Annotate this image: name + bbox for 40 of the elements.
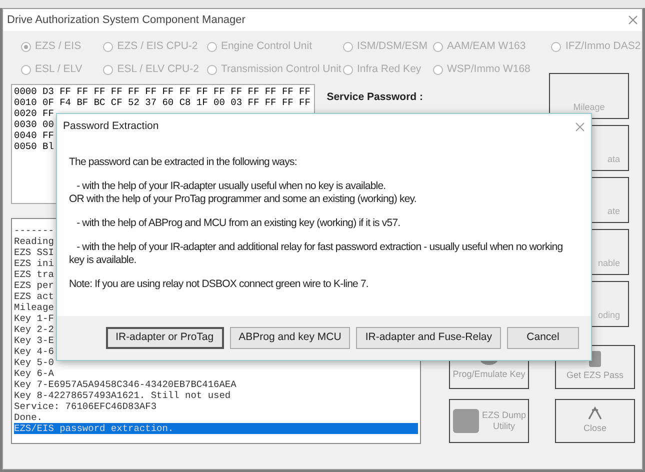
radio-label: ISM/DSM/ESM [356, 39, 428, 54]
radio-label: Engine Control Unit [220, 39, 312, 54]
dialog-note: Note: If you are using relay not DSBOX connect green wire to K-line 7. [69, 278, 370, 291]
dialog-text: - with the help of ABProg and MCU from an existing key (working) if it is v57. [76, 217, 402, 230]
hex-line: 0040 FF [14, 130, 54, 141]
hex-line: 0050 Bl [14, 141, 54, 152]
radio-label: Infra Red Key [356, 62, 422, 78]
service-password-label: Service Password : [326, 90, 423, 105]
chip-icon [452, 408, 480, 434]
hex-line: 0000 D3 FF FF FF FF FF FF FF FF FF FF FF FF FF FF FF [14, 86, 310, 97]
dialog-button[interactable]: IR-adapter and Fuse-Relay [356, 327, 501, 349]
log-line[interactable]: Done. [14, 412, 418, 423]
radio-label: AAM/EAM W163 [446, 39, 526, 54]
dialog-title: Password Extraction [63, 119, 159, 134]
log-line[interactable]: Key 8-42278657493A1621. Still not used [14, 390, 418, 401]
hex-line: 0010 0F F4 BF BC CF 52 37 60 C8 1F 00 03 FF FF FF FF [14, 97, 310, 108]
radio-label: WSP/Immo W168 [446, 62, 530, 78]
hex-line: 0020 FF [14, 108, 54, 119]
log-line[interactable]: Key 6-A [14, 368, 418, 379]
radio-label: EZS / EIS CPU-2 [117, 39, 198, 54]
close-icon[interactable] [575, 122, 585, 132]
dialog-button[interactable]: ABProg and key MCU [230, 327, 350, 349]
close-icon[interactable] [628, 15, 638, 25]
log-line[interactable]: Key 7-E6957A5A9458C346-43420EB7BC416AEA [14, 379, 418, 390]
cross-icon [587, 406, 603, 420]
radio-label: IFZ/Immo DAS2 [565, 39, 641, 54]
window-title: Drive Authorization System Component Manager [7, 12, 246, 28]
log-line[interactable]: Service: 76106EFC46D83AF3 [14, 401, 418, 412]
radio-label: ESL / ELV [35, 62, 82, 78]
dialog-button[interactable]: IR-adapter or ProTag [106, 327, 224, 349]
radio-label: EZS / EIS [35, 39, 82, 54]
log-line[interactable]: Key 5-0 [14, 357, 418, 368]
dialog-button[interactable]: Cancel [507, 327, 579, 349]
dialog-text: - with the help of your IR-adapter usually useful when no key is available. [76, 180, 387, 193]
dialog-text: - with the help of your IR-adapter and additional relay for fast password extraction - usually useful when no working key is available. [69, 241, 564, 267]
dialog-text: OR with the help of your ProTag programmer and some an existing (working) key. [69, 193, 418, 206]
dialog-intro: The password can be extracted in the following ways: [69, 156, 298, 169]
hex-line: 0030 00 [14, 119, 54, 130]
radio-label: Transmission Control Unit [220, 62, 342, 78]
radio-label: ESL / ELV CPU-2 [117, 62, 199, 78]
